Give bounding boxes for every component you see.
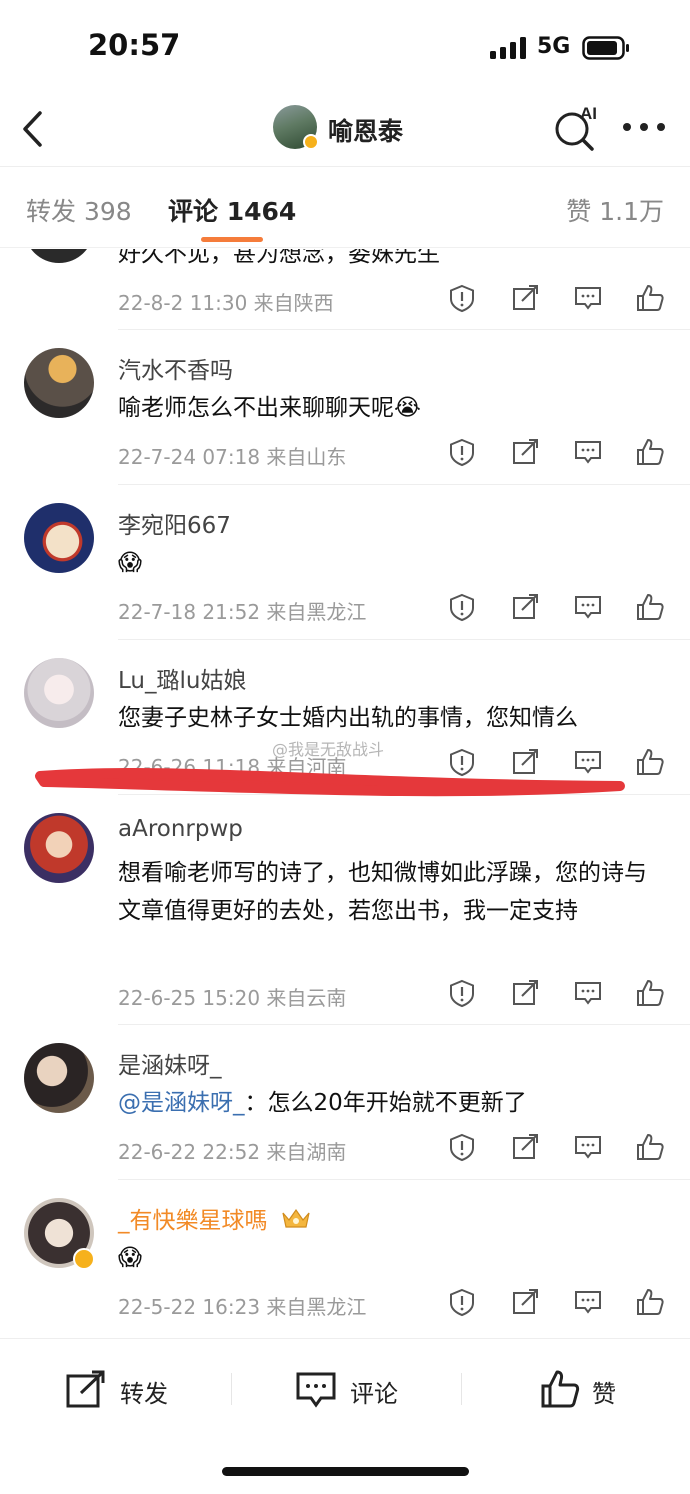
comment-username[interactable]: aAronrpwp (118, 816, 243, 842)
comment-username-text: _有快樂星球嗎 (118, 1208, 268, 1234)
bottom-repost-label: 转发 (120, 1380, 168, 1408)
comment-meta: 22-6-22 22:52 来自湖南 (118, 1140, 347, 1164)
comment-divider (118, 1179, 690, 1180)
comment-divider (118, 329, 690, 330)
home-indicator (222, 1467, 469, 1476)
like-icon[interactable] (635, 437, 665, 467)
comment-icon[interactable] (573, 978, 603, 1008)
avatar[interactable] (24, 658, 94, 728)
comment-text-body: ：怎么20年开始就不更新了 (244, 1090, 527, 1116)
comment-divider (118, 1024, 690, 1025)
bottom-like-label: 赞 (592, 1380, 616, 1408)
repost-icon[interactable] (510, 978, 540, 1008)
red-underline-annotation (35, 768, 625, 797)
comment-text: 喻老师怎么不出来聊聊天呢😭 (118, 395, 421, 421)
verified-badge-icon (303, 134, 319, 150)
comment-item: 是涵妹呀_ @是涵妹呀_：怎么20年开始就不更新了 22-6-22 22:52 … (0, 1026, 690, 1181)
comment-meta: 22-7-24 07:18 来自山东 (118, 445, 347, 469)
like-icon (541, 1370, 580, 1408)
bottom-comment-label: 评论 (350, 1380, 398, 1408)
comment-divider (118, 484, 690, 485)
ai-search-icon[interactable]: AI (552, 103, 600, 151)
tab-like[interactable]: 赞 1.1万 (566, 192, 664, 228)
comment-icon[interactable] (573, 437, 603, 467)
bottom-repost-button[interactable]: 转发 (66, 1369, 196, 1409)
repost-icon[interactable] (510, 283, 540, 313)
verified-badge-icon (73, 1248, 95, 1270)
comment-text: 您妻子史林子女士婚内出轨的事情，您知情么 (118, 705, 578, 731)
like-icon[interactable] (635, 283, 665, 313)
comment-text: 😱 (118, 550, 142, 576)
bottom-like-button[interactable]: 赞 (540, 1369, 640, 1409)
more-options-icon[interactable] (622, 122, 666, 132)
back-arrow-icon[interactable] (20, 109, 46, 149)
comment-icon[interactable] (573, 1287, 603, 1317)
tab-active-indicator (201, 237, 263, 242)
like-icon[interactable] (635, 747, 665, 777)
comment-icon[interactable] (573, 1132, 603, 1162)
separator (231, 1373, 232, 1405)
page-title[interactable]: 喻恩泰 (328, 112, 403, 148)
status-bar: 20:57 5G (0, 0, 690, 95)
repost-icon[interactable] (510, 437, 540, 467)
report-icon[interactable] (447, 1287, 477, 1317)
comment-username[interactable]: 李宛阳667 (118, 506, 231, 540)
report-icon[interactable] (447, 1132, 477, 1162)
comment-meta: 22-7-18 21:52 来自黑龙江 (118, 600, 367, 624)
comment-text: 想看喻老师写的诗了，也知微博如此浮躁，您的诗与文章值得更好的去处，若您出书，我一… (118, 860, 647, 924)
comment-divider (118, 639, 690, 640)
avatar[interactable] (24, 1043, 94, 1113)
like-icon[interactable] (635, 978, 665, 1008)
comment-item: _有快樂星球嗎 😱 22-5-22 16:23 来自黑龙江 (0, 1181, 690, 1338)
like-icon[interactable] (635, 1132, 665, 1162)
repost-icon[interactable] (510, 1287, 540, 1317)
mention-link[interactable]: @是涵妹呀_ (118, 1090, 245, 1116)
like-icon[interactable] (635, 592, 665, 622)
report-icon[interactable] (447, 283, 477, 313)
ai-label: AI (580, 104, 597, 123)
tab-bar: 转发 398 评论 1464 赞 1.1万 (0, 168, 690, 248)
repost-icon[interactable] (510, 592, 540, 622)
comment-icon[interactable] (573, 283, 603, 313)
comment-text: @是涵妹呀_：怎么20年开始就不更新了 (118, 1084, 658, 1122)
repost-icon (66, 1370, 105, 1408)
comment-text: 好久不见，甚为想念，娄姝先生 (118, 249, 440, 267)
status-time: 20:57 (88, 28, 181, 62)
comment-item: 李宛阳667 😱 22-7-18 21:52 来自黑龙江 (0, 486, 690, 641)
comment-username[interactable]: _有快樂星球嗎 (118, 1201, 311, 1237)
avatar[interactable] (24, 503, 94, 573)
comment-meta: 22-5-22 16:23 来自黑龙江 (118, 1295, 367, 1319)
comment-item: 汽水不香吗 喻老师怎么不出来聊聊天呢😭 22-7-24 07:18 来自山东 (0, 331, 690, 486)
comment-meta: 22-6-25 15:20 来自云南 (118, 986, 347, 1010)
comment-icon (296, 1372, 336, 1408)
comment-username[interactable]: Lu_璐lu姑娘 (118, 661, 246, 695)
comment-text: 😱 (118, 1245, 142, 1271)
network-label: 5G (537, 34, 571, 59)
avatar[interactable] (24, 348, 94, 418)
comment-meta: 22-8-2 11:30 来自陕西 (118, 291, 334, 315)
nav-bar: 喻恩泰 AI (0, 95, 690, 167)
battery-icon (582, 36, 629, 60)
separator (461, 1373, 462, 1405)
bottom-comment-button[interactable]: 评论 (296, 1369, 426, 1409)
like-icon[interactable] (635, 1287, 665, 1317)
comment-icon[interactable] (573, 592, 603, 622)
bottom-action-bar: 转发 评论 赞 (0, 1338, 690, 1494)
comment-item: aAronrpwp 想看喻老师写的诗了，也知微博如此浮躁，您的诗与文章值得更好的… (0, 796, 690, 1026)
avatar[interactable] (24, 249, 94, 263)
tab-comment[interactable]: 评论 1464 (168, 192, 296, 228)
comment-item: 好久不见，甚为想念，娄姝先生 22-8-2 11:30 来自陕西 (0, 249, 690, 331)
crown-icon (281, 1207, 311, 1237)
tab-repost[interactable]: 转发 398 (26, 192, 132, 228)
report-icon[interactable] (447, 437, 477, 467)
report-icon[interactable] (447, 978, 477, 1008)
comment-username[interactable]: 汽水不香吗 (118, 351, 233, 385)
repost-icon[interactable] (510, 1132, 540, 1162)
comment-username[interactable]: 是涵妹呀_ (118, 1046, 222, 1080)
signal-icon (490, 37, 526, 59)
report-icon[interactable] (447, 592, 477, 622)
avatar[interactable] (24, 813, 94, 883)
